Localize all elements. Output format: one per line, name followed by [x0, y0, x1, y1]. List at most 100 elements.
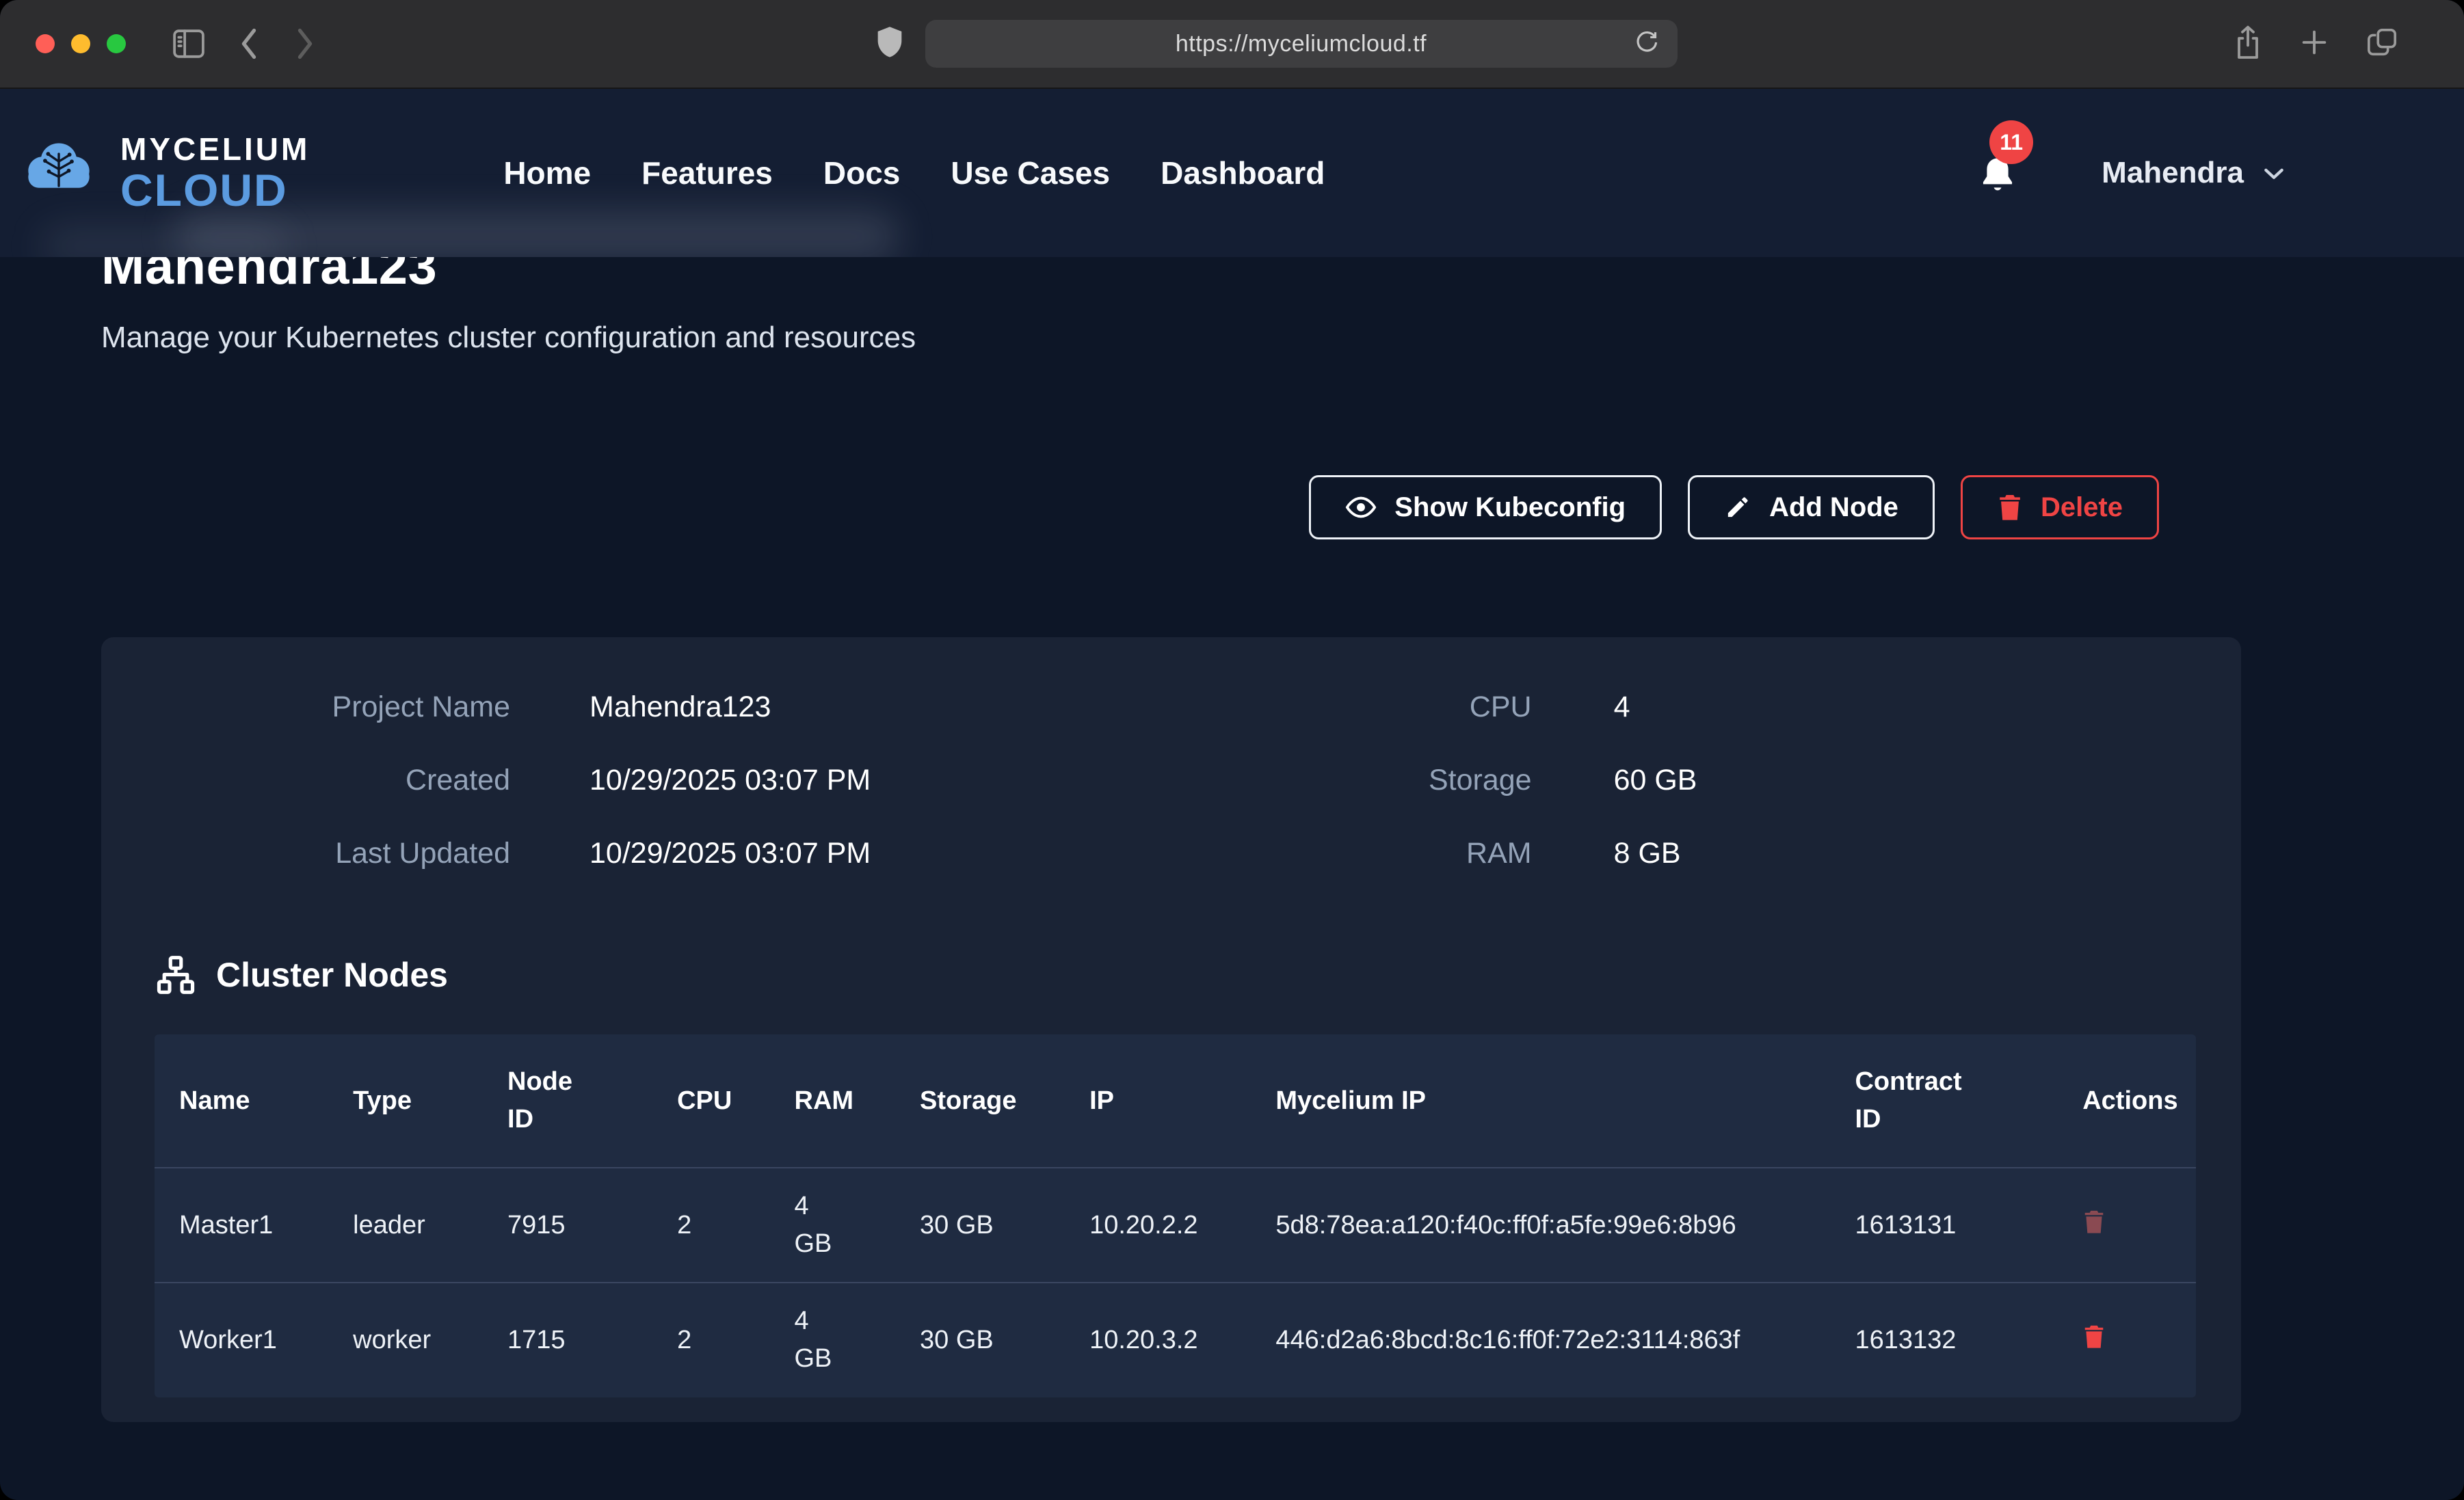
minimize-window-button[interactable]	[71, 34, 90, 53]
browser-window: https://myceliumcloud.tf	[0, 0, 2464, 1500]
col-ip: IP	[1065, 1034, 1251, 1168]
address-bar-url[interactable]: https://myceliumcloud.tf	[1176, 31, 1427, 57]
cell-actions	[2058, 1168, 2196, 1283]
pencil-icon	[1724, 494, 1751, 521]
tab-overview-icon[interactable]	[2366, 27, 2398, 62]
forward-icon[interactable]	[291, 26, 319, 62]
col-type: Type	[328, 1034, 483, 1168]
close-window-button[interactable]	[36, 34, 55, 53]
eye-icon	[1345, 494, 1377, 521]
cpu-value: 4	[1614, 691, 2196, 724]
col-mycelium-ip: Mycelium IP	[1251, 1034, 1830, 1168]
notifications-button[interactable]: 11	[1977, 149, 2021, 197]
show-kubeconfig-label: Show Kubeconfig	[1394, 492, 1626, 523]
cell-type: worker	[328, 1283, 483, 1397]
cell-contract-id: 1613131	[1830, 1168, 2058, 1283]
cell-mycelium-ip: 446:d2a6:8bcd:8c16:ff0f:72e2:3114:863f	[1251, 1283, 1830, 1397]
site-navbar: MYCELIUM CLOUD Home Features Docs Use Ca…	[0, 89, 2464, 257]
cell-node-id: 7915	[483, 1168, 652, 1283]
storage-label: Storage	[1238, 764, 1532, 797]
cluster-nodes-title: Cluster Nodes	[216, 955, 448, 995]
cell-node-id: 1715	[483, 1283, 652, 1397]
trash-icon	[2082, 1323, 2106, 1350]
col-contract-id: Contract ID	[1830, 1034, 2058, 1168]
cluster-nodes-table: Name Type Node ID CPU RAM Storage IP Myc…	[155, 1034, 2196, 1397]
delete-node-button[interactable]	[2082, 1208, 2106, 1235]
cluster-actions: Show Kubeconfig Add Node Delete	[101, 475, 2241, 539]
trash-icon	[1997, 493, 2023, 522]
show-kubeconfig-button[interactable]: Show Kubeconfig	[1309, 475, 1662, 539]
add-node-button[interactable]: Add Node	[1688, 475, 1935, 539]
cell-cpu: 2	[652, 1168, 769, 1283]
cluster-nodes-header: Cluster Nodes	[155, 954, 2196, 996]
shield-icon[interactable]	[875, 25, 905, 64]
ram-value: 8 GB	[1614, 837, 2196, 870]
add-node-label: Add Node	[1769, 492, 1898, 523]
last-updated-value: 10/29/2025 03:07 PM	[589, 837, 1238, 870]
screenshot-stage: https://myceliumcloud.tf	[0, 0, 2464, 1500]
cell-storage: 30 GB	[895, 1283, 1065, 1397]
nav-links: Home Features Docs Use Cases Dashboard	[503, 155, 1325, 191]
cell-ip: 10.20.3.2	[1065, 1283, 1251, 1397]
table-row: Worker1 worker 1715 2 4 GB 30 GB 10.20.3…	[155, 1283, 2196, 1397]
project-name-label: Project Name	[155, 691, 510, 724]
logo-wordmark-top: MYCELIUM	[120, 133, 310, 165]
chevron-down-icon	[2260, 159, 2288, 187]
page-content: Mahendra123 Manage your Kubernetes clust…	[0, 237, 2464, 1422]
sidebar-icon[interactable]	[171, 28, 207, 59]
ram-label: RAM	[1238, 837, 1532, 870]
created-label: Created	[155, 764, 510, 797]
share-icon[interactable]	[2233, 25, 2263, 64]
back-icon[interactable]	[235, 26, 263, 62]
blur-artifact	[41, 226, 287, 257]
mycelium-cloud-logo[interactable]: MYCELIUM CLOUD	[21, 133, 310, 213]
cell-cpu: 2	[652, 1283, 769, 1397]
nav-link-dashboard[interactable]: Dashboard	[1161, 155, 1325, 191]
new-tab-icon[interactable]	[2299, 27, 2330, 62]
col-storage: Storage	[895, 1034, 1065, 1168]
nav-link-home[interactable]: Home	[503, 155, 591, 191]
cloud-tree-icon	[21, 140, 97, 206]
user-name: Mahendra	[2102, 156, 2244, 190]
cell-contract-id: 1613132	[1830, 1283, 2058, 1397]
cell-name: Worker1	[155, 1283, 328, 1397]
cell-actions	[2058, 1283, 2196, 1397]
address-bar[interactable]: https://myceliumcloud.tf	[925, 20, 1678, 68]
browser-chrome: https://myceliumcloud.tf	[0, 0, 2464, 89]
logo-wordmark-bottom: CLOUD	[120, 168, 310, 213]
nav-link-docs[interactable]: Docs	[823, 155, 900, 191]
delete-cluster-button[interactable]: Delete	[1961, 475, 2159, 539]
zoom-window-button[interactable]	[107, 34, 126, 53]
cell-storage: 30 GB	[895, 1168, 1065, 1283]
delete-node-button[interactable]	[2082, 1323, 2106, 1350]
col-cpu: CPU	[652, 1034, 769, 1168]
col-ram: RAM	[770, 1034, 896, 1168]
col-name: Name	[155, 1034, 328, 1168]
cell-name: Master1	[155, 1168, 328, 1283]
cell-ram: 4 GB	[770, 1168, 896, 1283]
cell-mycelium-ip: 5d8:78ea:a120:f40c:ff0f:a5fe:99e6:8b96	[1251, 1168, 1830, 1283]
notification-badge: 11	[1989, 120, 2033, 164]
cpu-label: CPU	[1238, 691, 1532, 724]
cluster-details-card: Project Name Mahendra123 Created 10/29/2…	[101, 637, 2241, 1422]
table-row: Master1 leader 7915 2 4 GB 30 GB 10.20.2…	[155, 1168, 2196, 1283]
nav-link-features[interactable]: Features	[641, 155, 773, 191]
cluster-info: Project Name Mahendra123 Created 10/29/2…	[155, 691, 2196, 870]
traffic-lights	[36, 34, 126, 53]
last-updated-label: Last Updated	[155, 837, 510, 870]
cell-ip: 10.20.2.2	[1065, 1168, 1251, 1283]
delete-cluster-label: Delete	[2041, 492, 2123, 523]
cell-ram: 4 GB	[770, 1283, 896, 1397]
storage-value: 60 GB	[1614, 764, 2196, 797]
cluster-hierarchy-icon	[155, 954, 197, 996]
col-node-id: Node ID	[483, 1034, 652, 1168]
trash-icon	[2082, 1208, 2106, 1235]
cell-type: leader	[328, 1168, 483, 1283]
created-value: 10/29/2025 03:07 PM	[589, 764, 1238, 797]
nav-link-use-cases[interactable]: Use Cases	[951, 155, 1110, 191]
table-header-row: Name Type Node ID CPU RAM Storage IP Myc…	[155, 1034, 2196, 1168]
user-menu[interactable]: Mahendra	[2102, 156, 2288, 190]
reload-icon[interactable]	[1634, 28, 1660, 60]
col-actions: Actions	[2058, 1034, 2196, 1168]
project-name-value: Mahendra123	[589, 691, 1238, 724]
